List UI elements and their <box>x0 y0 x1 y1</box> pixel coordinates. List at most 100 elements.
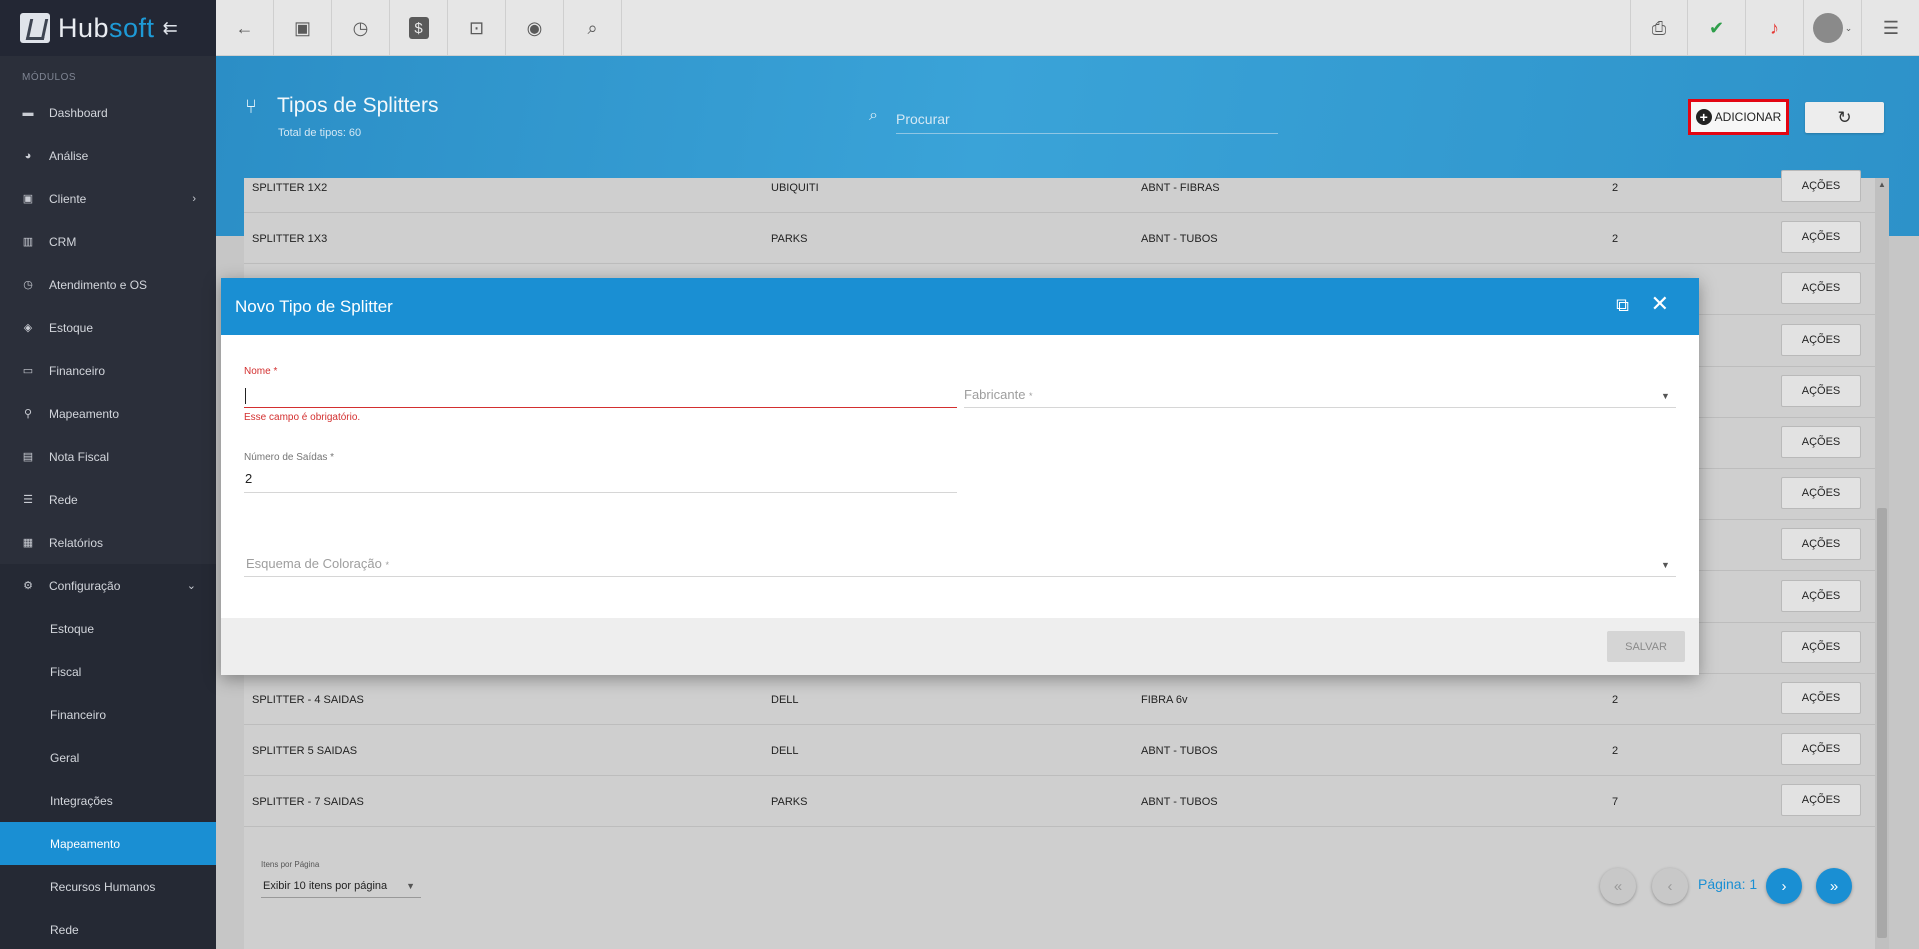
search-input[interactable] <box>896 104 1278 134</box>
saidas-underline <box>244 492 957 493</box>
sidebar-item-relat-rios[interactable]: ▦ Relatórios <box>0 521 216 564</box>
sidebar-item-cliente[interactable]: ▣ Cliente › <box>0 177 216 220</box>
sidebar-subitem-geral[interactable]: Geral <box>0 736 216 779</box>
cell-nome: SPLITTER 1X2 <box>252 182 328 194</box>
sidebar-subitem-financeiro[interactable]: Financeiro <box>0 693 216 736</box>
scroll-up-icon[interactable]: ▲ <box>1878 180 1886 189</box>
sidebar-item-atendimento-e-os[interactable]: ◷ Atendimento e OS <box>0 263 216 306</box>
sidebar-item-configura-o[interactable]: ⚙ Configuração ⌄ <box>0 564 216 607</box>
caret-down-icon[interactable]: ▼ <box>1661 560 1670 570</box>
sidebar-item-an-lise[interactable]: ◕ Análise <box>0 134 216 177</box>
required-mark: * <box>385 560 389 570</box>
actions-button[interactable]: AÇÕES <box>1781 272 1861 305</box>
sidebar-item-label: Cliente <box>49 191 87 206</box>
search-icon[interactable]: ⌕ <box>564 0 622 56</box>
sidebar-subitem-integra-es[interactable]: Integrações <box>0 779 216 822</box>
splitter-icon: ⑂ <box>245 96 257 118</box>
refresh-icon: ↻ <box>1837 107 1852 127</box>
cell-saidas: 2 <box>1612 182 1619 194</box>
user-avatar-icon[interactable]: ⌄ <box>1804 0 1862 56</box>
eye-icon[interactable]: ◉ <box>506 0 564 56</box>
actions-button[interactable]: AÇÕES <box>1781 682 1861 714</box>
sidebar-subitem-recursos-humanos[interactable]: Recursos Humanos <box>0 865 216 908</box>
cell-nome: SPLITTER - 4 SAIDAS <box>252 694 364 706</box>
esquema-select[interactable]: Esquema de Coloração * <box>246 556 389 571</box>
report-icon: ▦ <box>22 536 34 549</box>
table-row: SPLITTER 1X2 UBIQUITI ABNT - FIBRAS 2 AÇÕES <box>244 162 1875 213</box>
cell-fabricante: PARKS <box>771 796 808 809</box>
actions-button[interactable]: AÇÕES <box>1781 170 1861 202</box>
text-cursor <box>245 388 246 404</box>
sidebar-subitem-estoque[interactable]: Estoque <box>0 607 216 650</box>
nome-label: Nome * <box>244 366 277 377</box>
menu-list-icon[interactable]: ☰ <box>1862 0 1919 56</box>
last-page-button[interactable]: » <box>1816 868 1852 904</box>
save-button[interactable]: SALVAR <box>1607 631 1685 662</box>
sidebar-item-label: Rede <box>49 492 78 507</box>
sidebar-item-dashboard[interactable]: ▬ Dashboard <box>0 91 216 134</box>
sidebar-item-mapeamento[interactable]: ⚲ Mapeamento <box>0 392 216 435</box>
cell-esquema: ABNT - TUBOS <box>1141 745 1218 758</box>
copy-icon[interactable]: ⧉ <box>1616 295 1629 316</box>
chevron-down-icon: ⌄ <box>186 580 196 592</box>
sidebar-item-estoque[interactable]: ◈ Estoque <box>0 306 216 349</box>
sidebar-item-financeiro[interactable]: ▭ Financeiro <box>0 349 216 392</box>
contact-icon[interactable]: ▣ <box>274 0 332 56</box>
sidebar-subitem-mapeamento[interactable]: Mapeamento <box>0 822 216 865</box>
actions-button[interactable]: AÇÕES <box>1781 630 1861 663</box>
actions-button[interactable]: AÇÕES <box>1781 733 1861 766</box>
add-button[interactable]: + ADICIONAR <box>1691 102 1786 132</box>
alarm-bell-icon[interactable]: ♪ <box>1746 0 1804 56</box>
cell-fabricante: PARKS <box>771 233 808 246</box>
actions-button[interactable]: AÇÕES <box>1781 323 1861 356</box>
per-page-select[interactable]: Exibir 10 itens por página ▼ <box>261 874 421 898</box>
dollar-icon[interactable]: $ <box>390 0 448 56</box>
sidebar-item-crm[interactable]: ▥ CRM <box>0 220 216 263</box>
brand-prefix: Hub <box>58 12 110 43</box>
dashboard-icon: ▬ <box>22 106 34 119</box>
sidebar-collapse-icon[interactable]: ⇇ <box>163 18 178 39</box>
first-page-button[interactable]: « <box>1600 868 1636 904</box>
actions-button[interactable]: AÇÕES <box>1781 477 1861 510</box>
back-arrow-icon[interactable]: ← <box>216 0 274 56</box>
saidas-input[interactable]: 2 <box>245 471 252 486</box>
scroll-thumb[interactable] <box>1877 508 1887 938</box>
add-button-label: ADICIONAR <box>1714 110 1782 124</box>
sidebar-subitem-rede[interactable]: Rede <box>0 908 216 949</box>
page-title: Tipos de Splitters <box>277 94 439 117</box>
logo: Hubsoft ⇇ <box>0 0 216 56</box>
actions-button[interactable]: AÇÕES <box>1781 374 1861 407</box>
fabricante-select[interactable]: Fabricante * <box>964 387 1033 402</box>
fabricante-placeholder: Fabricante <box>964 387 1026 402</box>
search-icon: ⌕ <box>869 107 878 124</box>
actions-button[interactable]: AÇÕES <box>1781 784 1861 817</box>
sidebar-item-label: CRM <box>49 234 77 249</box>
cell-esquema: ABNT - FIBRAS <box>1141 182 1220 194</box>
calendar-clock-icon[interactable]: ◷ <box>332 0 390 56</box>
page-indicator: Página: 1 <box>1698 876 1758 892</box>
sidebar-item-rede[interactable]: ☰ Rede <box>0 478 216 521</box>
sidebar-subitem-fiscal[interactable]: Fiscal <box>0 650 216 693</box>
gear-icon: ⚙ <box>23 579 33 592</box>
nome-field[interactable] <box>244 407 957 408</box>
actions-button[interactable]: AÇÕES <box>1781 528 1861 561</box>
chat-check-icon[interactable]: ✔ <box>1688 0 1746 56</box>
pdf-icon[interactable]: ⎙ <box>1630 0 1688 56</box>
next-page-button[interactable]: › <box>1766 868 1802 904</box>
actions-button[interactable]: AÇÕES <box>1781 579 1861 612</box>
prev-page-button[interactable]: ‹ <box>1652 868 1688 904</box>
close-icon[interactable]: ✕ <box>1651 291 1669 317</box>
per-page-value: Exibir 10 itens por página <box>263 879 388 892</box>
refresh-button[interactable]: ↻ <box>1805 102 1884 133</box>
terminal-icon[interactable]: ⊡ <box>448 0 506 56</box>
required-mark: * <box>1029 391 1033 401</box>
top-toolbar: ← ▣ ◷ $ ⊡ ◉ ⌕ ⎙ ✔ ♪ ⌄ ☰ <box>216 0 1919 56</box>
scrollbar[interactable]: ▲ <box>1875 178 1889 949</box>
caret-down-icon[interactable]: ▼ <box>1661 391 1670 401</box>
brand-suffix: soft <box>109 12 155 43</box>
sidebar-item-label: Nota Fiscal <box>49 449 110 464</box>
actions-button[interactable]: AÇÕES <box>1781 221 1861 254</box>
actions-button[interactable]: AÇÕES <box>1781 426 1861 458</box>
sidebar-item-nota-fiscal[interactable]: ▤ Nota Fiscal <box>0 435 216 478</box>
sidebar: Hubsoft ⇇ MÓDULOS ▬ Dashboard ◕ Análise ▣ Cli… <box>0 0 216 949</box>
